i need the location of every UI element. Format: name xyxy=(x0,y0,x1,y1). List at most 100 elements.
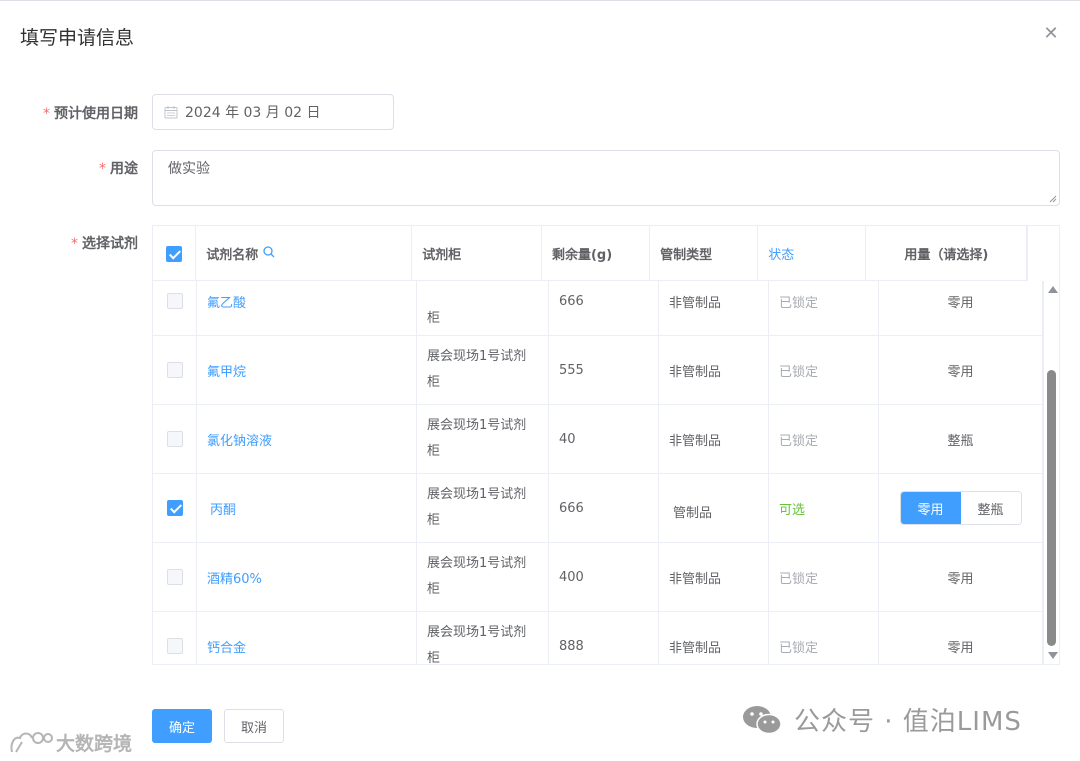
reagent-remaining: 666 xyxy=(549,281,659,335)
scroll-thumb[interactable] xyxy=(1047,370,1056,646)
table-row: 钙合金 展会现场1号试剂柜 888 非管制品 已锁定 零用 xyxy=(153,612,1043,664)
reagent-cabinet: 展会现场1号试剂柜 xyxy=(417,405,549,473)
reagent-remaining: 40 xyxy=(549,405,659,473)
reagent-control: 非管制品 xyxy=(659,543,769,611)
row-select[interactable] xyxy=(153,281,197,335)
table-row: 酒精60% 展会现场1号试剂柜 400 非管制品 已锁定 零用 xyxy=(153,543,1043,612)
watermark-left-text: 大数跨境 xyxy=(56,733,133,755)
reagent-cabinet: 展会现场1号试剂柜 xyxy=(417,612,549,664)
reagent-cabinet: 柜 xyxy=(417,281,549,335)
row-checkbox[interactable] xyxy=(166,431,183,447)
table-row: 丙酮 展会现场1号试剂柜 666 管制品 可选 零用 整瓶 xyxy=(153,474,1043,543)
reagent-status: 已锁定 xyxy=(769,281,879,335)
row-select[interactable] xyxy=(153,405,197,473)
date-label-text: 预计使用日期 xyxy=(54,106,138,122)
row-checkbox[interactable] xyxy=(166,500,183,516)
header-usage: 用量（请选择) xyxy=(866,226,1028,281)
confirm-button[interactable]: 确定 xyxy=(152,709,212,743)
table-row: 氟乙酸 柜 666 非管制品 已锁定 零用 xyxy=(153,281,1043,336)
reagent-control: 非管制品 xyxy=(659,336,769,404)
reagent-status: 已锁定 xyxy=(769,543,879,611)
reagent-control: 非管制品 xyxy=(659,612,769,664)
reagent-name[interactable]: 氟乙酸 xyxy=(197,281,417,335)
reagent-name[interactable]: 氟甲烷 xyxy=(197,336,417,404)
header-gutter xyxy=(1027,226,1043,281)
header-select-all[interactable] xyxy=(153,226,197,281)
purpose-textarea[interactable]: 做实验 xyxy=(152,150,1060,206)
reagent-name[interactable]: 钙合金 xyxy=(197,612,417,664)
usage-segmented-control[interactable]: 零用 整瓶 xyxy=(899,491,1022,525)
row-select[interactable] xyxy=(153,336,197,404)
reagent-remaining: 888 xyxy=(549,612,659,664)
reagent-cabinet: 展会现场1号试剂柜 xyxy=(417,474,549,542)
row-select[interactable] xyxy=(153,474,197,542)
required-mark: * xyxy=(43,106,50,122)
scroll-down-icon[interactable] xyxy=(1048,652,1058,659)
reagent-name[interactable]: 氯化钠溶液 xyxy=(197,405,417,473)
reagent-control: 非管制品 xyxy=(659,405,769,473)
reagent-status: 已锁定 xyxy=(769,612,879,664)
reagent-name[interactable]: 酒精60% xyxy=(197,543,417,611)
reagent-status: 可选 xyxy=(769,474,879,542)
reagent-cabinet: 展会现场1号试剂柜 xyxy=(417,543,549,611)
reagent-status: 已锁定 xyxy=(769,336,879,404)
reagent-status: 已锁定 xyxy=(769,405,879,473)
cancel-button[interactable]: 取消 xyxy=(224,709,284,743)
reagent-remaining: 666 xyxy=(549,474,659,542)
row-select[interactable] xyxy=(153,543,197,611)
resize-grip-icon[interactable] xyxy=(1049,195,1057,203)
purpose-label: * 用途 xyxy=(99,158,138,178)
table-scrollbar[interactable] xyxy=(1043,281,1059,664)
row-checkbox[interactable] xyxy=(166,293,183,309)
reagent-usage: 整瓶 xyxy=(879,405,1043,473)
reagent-usage: 零用 xyxy=(879,543,1043,611)
reagent-usage: 零用 整瓶 xyxy=(879,474,1043,542)
reagent-cabinet: 展会现场1号试剂柜 xyxy=(417,336,549,404)
header-status[interactable]: 状态 xyxy=(758,226,867,281)
close-icon[interactable]: ✕ xyxy=(1040,23,1062,45)
reagent-remaining: 555 xyxy=(549,336,659,404)
row-checkbox[interactable] xyxy=(166,569,183,585)
watermark-wechat: 公众号 · 值泊LIMS xyxy=(740,701,1022,738)
reagent-label-text: 选择试剂 xyxy=(82,236,138,252)
wechat-icon xyxy=(743,705,782,734)
table-header: 试剂名称 试剂柜 剩余量(g) 管制类型 状态 用量（请选择) xyxy=(153,226,1043,281)
header-name-text: 试剂名称 xyxy=(206,248,259,263)
reagent-usage: 零用 xyxy=(879,336,1043,404)
reagent-usage: 零用 xyxy=(879,281,1043,335)
required-mark: * xyxy=(99,161,106,177)
reagent-remaining: 400 xyxy=(549,543,659,611)
search-icon[interactable] xyxy=(263,246,275,261)
header-cabinet: 试剂柜 xyxy=(412,226,542,281)
purpose-value: 做实验 xyxy=(168,161,210,177)
apply-dialog: 填写申请信息 ✕ * 预计使用日期 2024 年 03 月 02 日 * 用途 做实… xyxy=(0,0,1080,761)
reagent-control: 管制品 xyxy=(659,474,769,542)
row-checkbox[interactable] xyxy=(166,638,183,654)
header-name: 试剂名称 xyxy=(196,226,413,281)
date-value: 2024 年 03 月 02 日 xyxy=(185,105,321,121)
watermark-right-text: 公众号 · 值泊LIMS xyxy=(794,707,1022,737)
reagent-control: 非管制品 xyxy=(659,281,769,335)
reagent-table: 试剂名称 试剂柜 剩余量(g) 管制类型 状态 用量（请选择) 氟乙酸 柜 66… xyxy=(152,225,1060,665)
calendar-icon xyxy=(164,106,178,119)
date-label: * 预计使用日期 xyxy=(43,103,138,123)
date-picker[interactable]: 2024 年 03 月 02 日 xyxy=(152,94,394,130)
table-row: 氯化钠溶液 展会现场1号试剂柜 40 非管制品 已锁定 整瓶 xyxy=(153,405,1043,474)
required-mark: * xyxy=(71,236,78,252)
header-remaining: 剩余量(g) xyxy=(542,226,651,281)
table-body: 氟乙酸 柜 666 非管制品 已锁定 零用 氟甲烷 展会现场1号试剂柜 555 … xyxy=(153,281,1043,664)
reagent-name[interactable]: 丙酮 xyxy=(197,474,417,542)
row-checkbox[interactable] xyxy=(166,362,183,378)
reagent-usage: 零用 xyxy=(879,612,1043,664)
purpose-label-text: 用途 xyxy=(110,161,138,177)
table-row: 氟甲烷 展会现场1号试剂柜 555 非管制品 已锁定 零用 xyxy=(153,336,1043,405)
header-control: 管制类型 xyxy=(650,226,759,281)
watermark-logo-icon xyxy=(10,731,53,753)
usage-option-whole[interactable]: 整瓶 xyxy=(960,492,1021,524)
usage-option-partial[interactable]: 零用 xyxy=(900,492,961,524)
reagent-label: * 选择试剂 xyxy=(71,233,138,253)
header-checkbox[interactable] xyxy=(166,245,183,262)
dialog-title: 填写申请信息 xyxy=(20,27,135,49)
scroll-up-icon[interactable] xyxy=(1048,286,1058,293)
row-select[interactable] xyxy=(153,612,197,664)
